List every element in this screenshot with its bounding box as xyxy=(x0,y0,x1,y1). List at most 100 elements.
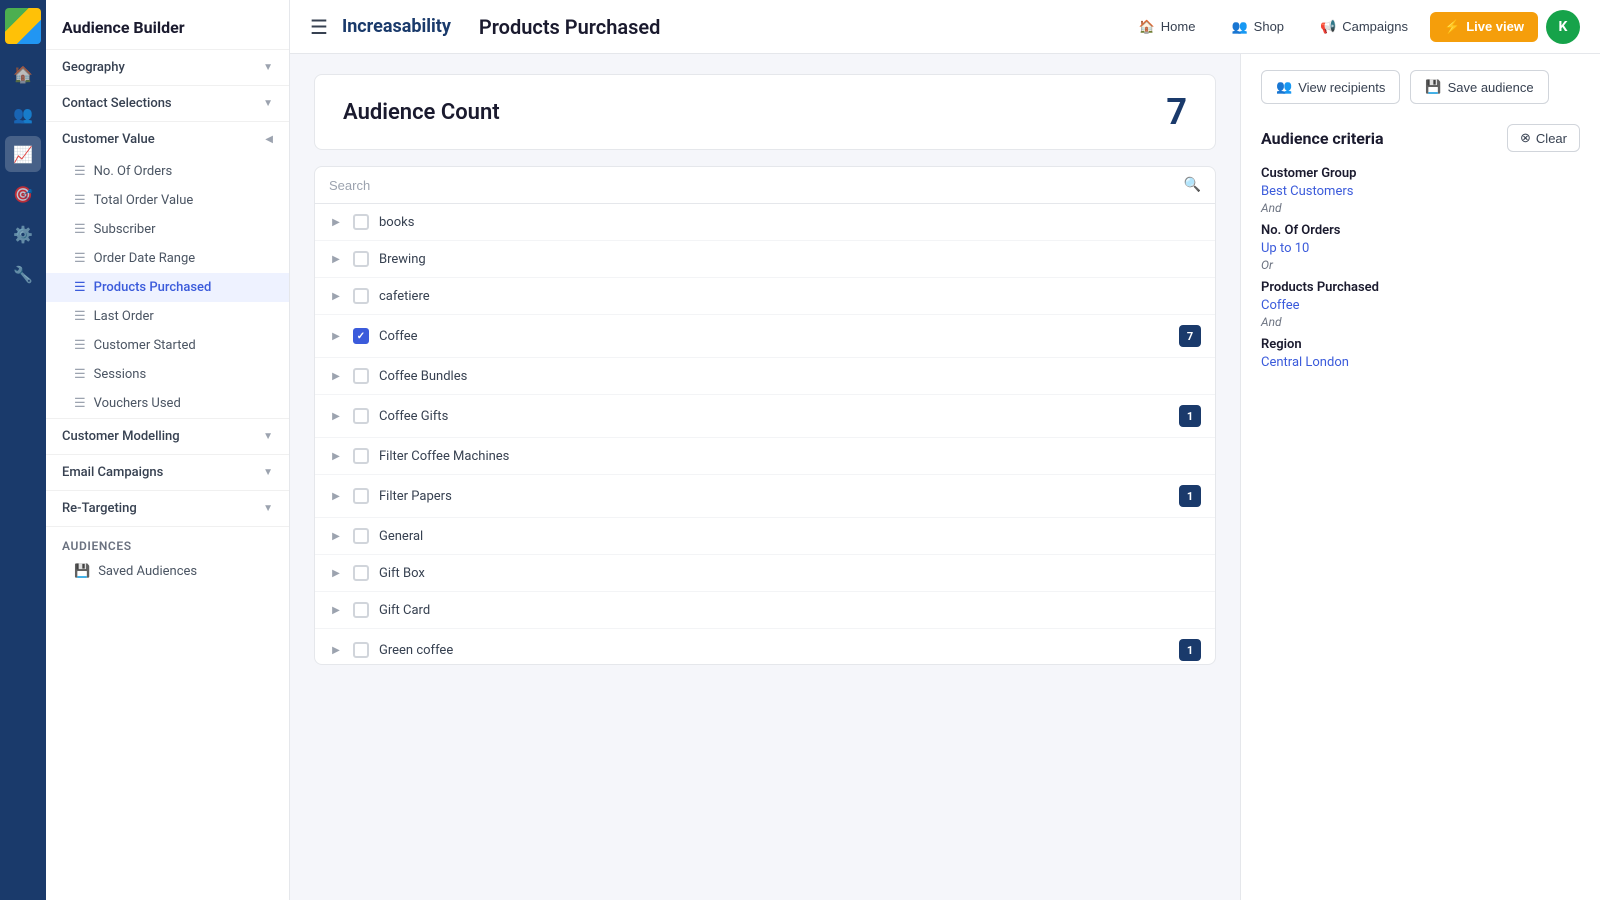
hamburger-icon[interactable]: ☰ xyxy=(310,15,328,39)
sidebar-email-campaigns-toggle[interactable]: Email Campaigns ▼ xyxy=(46,455,289,490)
product-row[interactable]: ▶cafetiere xyxy=(315,278,1215,315)
search-input[interactable] xyxy=(329,178,1176,193)
product-checkbox[interactable] xyxy=(353,408,369,424)
expand-arrow-icon[interactable]: ▶ xyxy=(329,215,343,229)
product-checkbox[interactable] xyxy=(353,528,369,544)
home-button[interactable]: 🏠 Home xyxy=(1125,12,1210,42)
content-area: Audience Count 7 🔍 ▶books▶Brewing▶cafeti… xyxy=(290,54,1600,900)
campaigns-button[interactable]: 📢 Campaigns xyxy=(1306,12,1422,42)
shop-button[interactable]: 👥 Shop xyxy=(1217,12,1298,42)
product-checkbox[interactable] xyxy=(353,448,369,464)
app-logo: ☰ Increasability xyxy=(310,15,451,39)
clear-button[interactable]: ⊗ Clear xyxy=(1507,124,1580,152)
criteria-group-label: Customer Group xyxy=(1261,166,1580,181)
sidebar-audiences-header: Audiences xyxy=(46,527,289,557)
sidebar-geography-toggle[interactable]: Geography ▼ xyxy=(46,50,289,85)
nav-audience-icon[interactable]: 👥 xyxy=(5,96,41,132)
sidebar-item-sessions[interactable]: ☰ Sessions xyxy=(46,360,289,389)
sidebar-section-geography: Geography ▼ xyxy=(46,50,289,86)
view-recipients-button[interactable]: 👥 View recipients xyxy=(1261,70,1400,104)
sidebar-retargeting-toggle[interactable]: Re-Targeting ▼ xyxy=(46,491,289,526)
sidebar-item-no-of-orders[interactable]: ☰ No. Of Orders xyxy=(46,157,289,186)
expand-arrow-icon[interactable]: ▶ xyxy=(329,603,343,617)
list-icon: ☰ xyxy=(74,280,86,295)
sidebar-item-vouchers-used[interactable]: ☰ Vouchers Used xyxy=(46,389,289,418)
product-checkbox[interactable] xyxy=(353,328,369,344)
sidebar-customer-value-toggle[interactable]: Customer Value ◀ xyxy=(46,122,289,157)
product-list: ▶books▶Brewing▶cafetiere▶Coffee7▶Coffee … xyxy=(315,204,1215,664)
sidebar-customer-modelling-toggle[interactable]: Customer Modelling ▼ xyxy=(46,419,289,454)
nav-settings-icon[interactable]: ⚙️ xyxy=(5,216,41,252)
view-recipients-label: View recipients xyxy=(1298,80,1385,95)
nav-home-icon[interactable]: 🏠 xyxy=(5,56,41,92)
home-icon: 🏠 xyxy=(1139,19,1155,35)
product-checkbox[interactable] xyxy=(353,642,369,658)
product-row[interactable]: ▶Filter Papers1 xyxy=(315,475,1215,518)
expand-arrow-icon[interactable]: ▶ xyxy=(329,449,343,463)
product-row[interactable]: ▶General xyxy=(315,518,1215,555)
expand-arrow-icon[interactable]: ▶ xyxy=(329,329,343,343)
sidebar-contact-selections-label: Contact Selections xyxy=(62,96,172,111)
product-checkbox[interactable] xyxy=(353,368,369,384)
right-panel: 👥 View recipients 💾 Save audience Audien… xyxy=(1240,54,1600,900)
sidebar-item-label: Products Purchased xyxy=(94,280,212,295)
expand-arrow-icon[interactable]: ▶ xyxy=(329,529,343,543)
product-row[interactable]: ▶Coffee Gifts1 xyxy=(315,395,1215,438)
user-avatar[interactable]: K xyxy=(1546,10,1580,44)
save-audience-button[interactable]: 💾 Save audience xyxy=(1410,70,1548,104)
criteria-connector: Or xyxy=(1261,258,1580,272)
expand-arrow-icon[interactable]: ▶ xyxy=(329,289,343,303)
sidebar-item-products-purchased[interactable]: ☰ Products Purchased xyxy=(46,273,289,302)
sidebar-item-customer-started[interactable]: ☰ Customer Started xyxy=(46,331,289,360)
expand-arrow-icon[interactable]: ▶ xyxy=(329,566,343,580)
sidebar-item-saved-audiences[interactable]: 💾 Saved Audiences xyxy=(46,557,289,586)
product-row[interactable]: ▶ Filter Coffee Machines xyxy=(315,438,1215,475)
sidebar-item-label: Total Order Value xyxy=(94,193,194,208)
sidebar-item-subscriber[interactable]: ☰ Subscriber xyxy=(46,215,289,244)
nav-targeting-icon[interactable]: 🎯 xyxy=(5,176,41,212)
sidebar-item-label: Sessions xyxy=(94,367,147,382)
product-checkbox[interactable] xyxy=(353,251,369,267)
save-icon: 💾 xyxy=(74,564,90,579)
expand-arrow-icon[interactable]: ▶ xyxy=(329,369,343,383)
nav-tools-icon[interactable]: 🔧 xyxy=(5,256,41,292)
sidebar-item-total-order-value[interactable]: ☰ Total Order Value xyxy=(46,186,289,215)
criteria-group-label: No. Of Orders xyxy=(1261,223,1580,238)
product-row[interactable]: ▶books xyxy=(315,204,1215,241)
criteria-group-label: Region xyxy=(1261,337,1580,352)
sidebar-section-customer-modelling: Customer Modelling ▼ xyxy=(46,419,289,455)
expand-arrow-icon[interactable]: ▶ xyxy=(329,643,343,657)
expand-arrow-icon[interactable]: ▶ xyxy=(329,489,343,503)
product-row[interactable]: ▶Gift Box xyxy=(315,555,1215,592)
criteria-group: Products PurchasedCoffeeAnd xyxy=(1261,280,1580,329)
product-row[interactable]: ▶ Brewing xyxy=(315,241,1215,278)
expand-arrow-icon[interactable]: ▶ xyxy=(329,252,343,266)
sidebar-customer-modelling-label: Customer Modelling xyxy=(62,429,180,444)
product-checkbox[interactable] xyxy=(353,214,369,230)
product-row[interactable]: ▶Gift Card xyxy=(315,592,1215,629)
sidebar-item-last-order[interactable]: ☰ Last Order xyxy=(46,302,289,331)
campaigns-label: Campaigns xyxy=(1342,19,1408,34)
product-checkbox[interactable] xyxy=(353,288,369,304)
list-icon: ☰ xyxy=(74,222,86,237)
lightning-icon: ⚡ xyxy=(1444,19,1460,35)
product-checkbox[interactable] xyxy=(353,602,369,618)
criteria-connector: And xyxy=(1261,315,1580,329)
sidebar-item-label: Saved Audiences xyxy=(98,564,197,579)
product-row[interactable]: ▶Coffee7 xyxy=(315,315,1215,358)
live-view-button[interactable]: ⚡ Live view xyxy=(1430,12,1538,42)
criteria-title: Audience criteria xyxy=(1261,129,1384,148)
product-row[interactable]: ▶Coffee Bundles xyxy=(315,358,1215,395)
product-checkbox[interactable] xyxy=(353,565,369,581)
sidebar-item-order-date-range[interactable]: ☰ Order Date Range xyxy=(46,244,289,273)
product-name: Brewing xyxy=(379,252,1201,267)
shop-icon: 👥 xyxy=(1231,19,1247,35)
product-row[interactable]: ▶Green coffee1 xyxy=(315,629,1215,664)
app-logo-icon[interactable] xyxy=(5,8,41,44)
product-checkbox[interactable] xyxy=(353,488,369,504)
nav-analytics-icon[interactable]: 📈 xyxy=(5,136,41,172)
expand-arrow-icon[interactable]: ▶ xyxy=(329,409,343,423)
sidebar-contact-selections-toggle[interactable]: Contact Selections ▼ xyxy=(46,86,289,121)
audience-count-label: Audience Count xyxy=(343,100,1166,125)
product-name: Filter Coffee Machines xyxy=(379,449,1201,464)
